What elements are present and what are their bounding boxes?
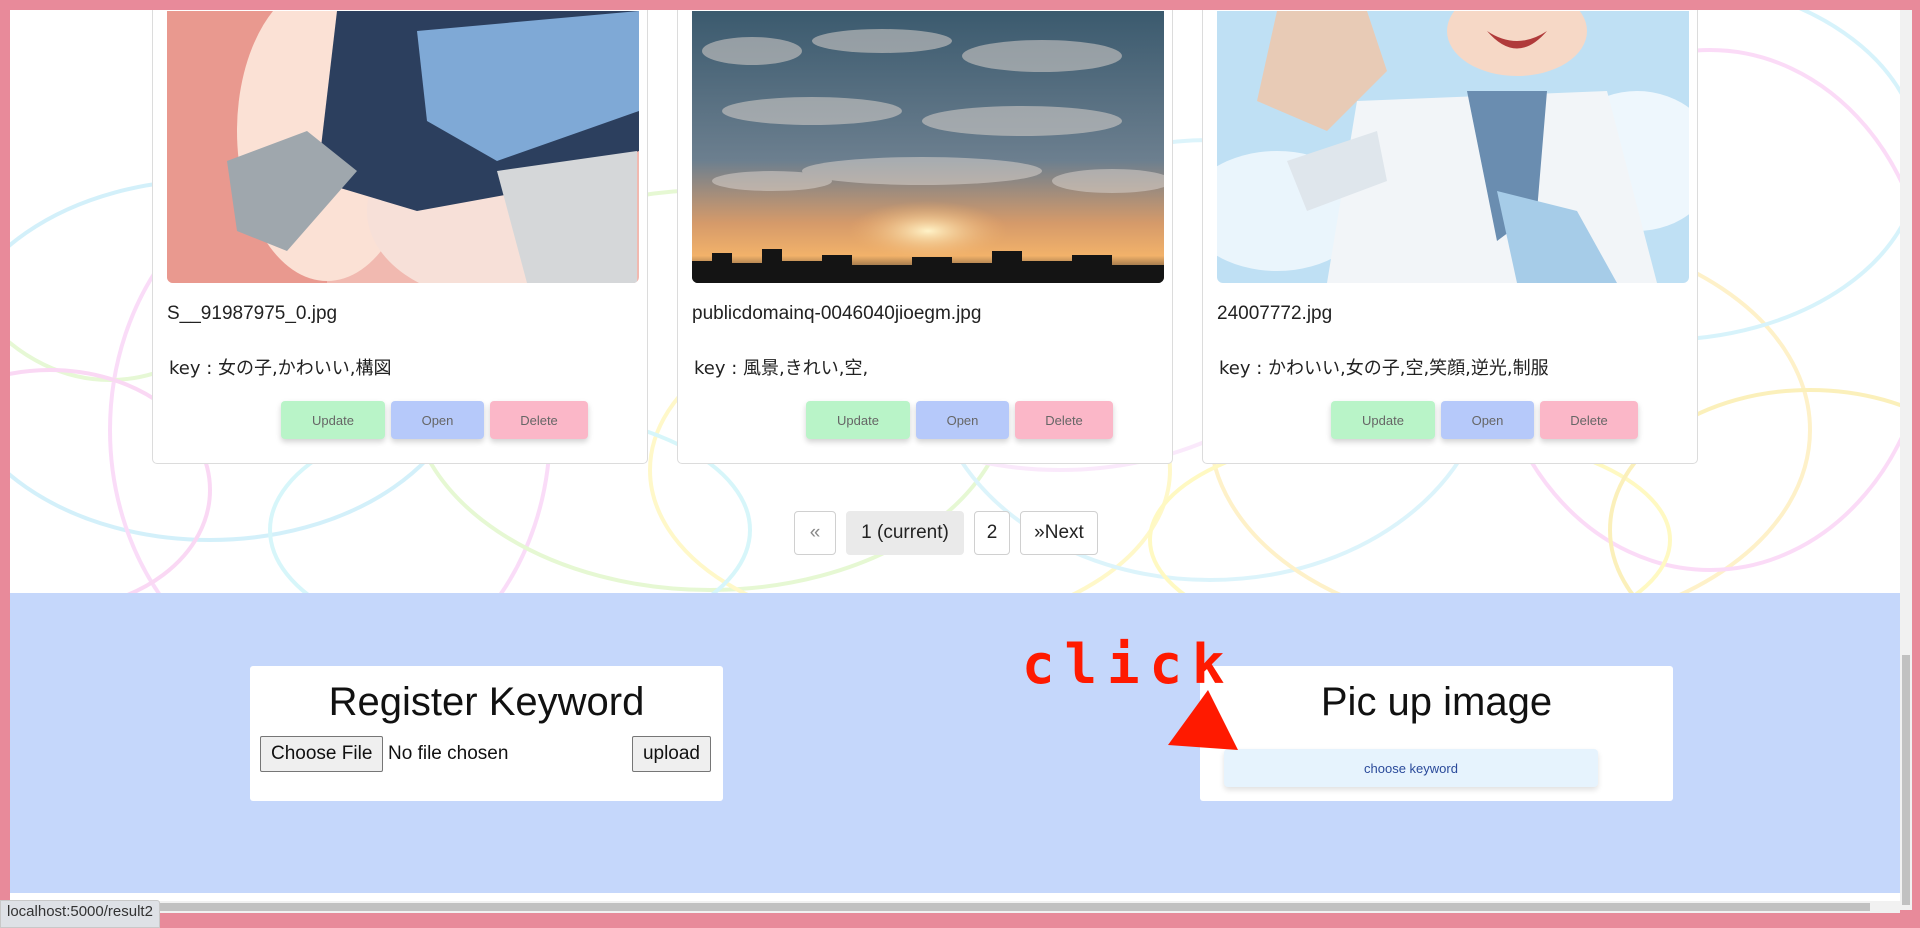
footer-section: Register Keyword Choose File No file cho…: [10, 593, 1900, 893]
card-actions: Update Open Delete: [1331, 401, 1638, 439]
open-button[interactable]: Open: [916, 401, 1009, 439]
image-card: 24007772.jpg key : かわいい,女の子,空,笑顔,逆光,制服 U…: [1202, 10, 1698, 464]
pagination-next[interactable]: »Next: [1020, 511, 1098, 555]
card-filename: publicdomainq-0046040jioegm.jpg: [692, 303, 982, 324]
click-annotation: click: [1022, 633, 1235, 696]
open-button[interactable]: Open: [391, 401, 484, 439]
update-button[interactable]: Update: [1331, 401, 1435, 439]
pagination-page-2[interactable]: 2: [974, 511, 1010, 555]
card-actions: Update Open Delete: [806, 401, 1113, 439]
choose-keyword-button[interactable]: choose keyword: [1224, 749, 1598, 787]
card-keywords: key : 風景,きれい,空,: [694, 358, 869, 379]
pickup-image-panel: Pic up image choose keyword: [1200, 666, 1673, 801]
status-bar-url: localhost:5000/result2: [0, 900, 160, 928]
update-button[interactable]: Update: [806, 401, 910, 439]
open-button[interactable]: Open: [1441, 401, 1534, 439]
card-keywords: key : かわいい,女の子,空,笑顔,逆光,制服: [1219, 358, 1549, 379]
card-keywords: key : 女の子,かわいい,構図: [169, 358, 392, 379]
pickup-image-title: Pic up image: [1320, 680, 1553, 724]
image-card: S__91987975_0.jpg key : 女の子,かわいい,構図 Upda…: [152, 10, 648, 464]
card-filename: S__91987975_0.jpg: [167, 303, 338, 324]
card-image[interactable]: [167, 11, 639, 283]
update-button[interactable]: Update: [281, 401, 385, 439]
arrow-annotation-icon: [1168, 690, 1238, 750]
card-image[interactable]: [1217, 11, 1689, 283]
register-keyword-title: Register Keyword: [328, 680, 645, 724]
pagination-current: 1 (current): [846, 511, 964, 555]
delete-button[interactable]: Delete: [1540, 401, 1638, 439]
vertical-scrollbar[interactable]: [1900, 10, 1912, 910]
register-keyword-panel: Register Keyword Choose File No file cho…: [250, 666, 723, 801]
card-actions: Update Open Delete: [281, 401, 588, 439]
card-filename: 24007772.jpg: [1217, 303, 1333, 324]
pagination-prev[interactable]: «: [794, 511, 836, 555]
choose-file-button[interactable]: Choose File: [260, 736, 384, 772]
page-viewport: S__91987975_0.jpg key : 女の子,かわいい,構図 Upda…: [10, 10, 1900, 910]
delete-button[interactable]: Delete: [490, 401, 588, 439]
card-image[interactable]: [692, 11, 1164, 283]
file-status: No file chosen: [388, 743, 509, 764]
delete-button[interactable]: Delete: [1015, 401, 1113, 439]
pagination: « 1 (current) 2 »Next: [794, 511, 1098, 555]
image-card: publicdomainq-0046040jioegm.jpg key : 風景…: [677, 10, 1173, 464]
horizontal-scrollbar[interactable]: [10, 901, 1900, 913]
upload-button[interactable]: upload: [631, 736, 711, 772]
